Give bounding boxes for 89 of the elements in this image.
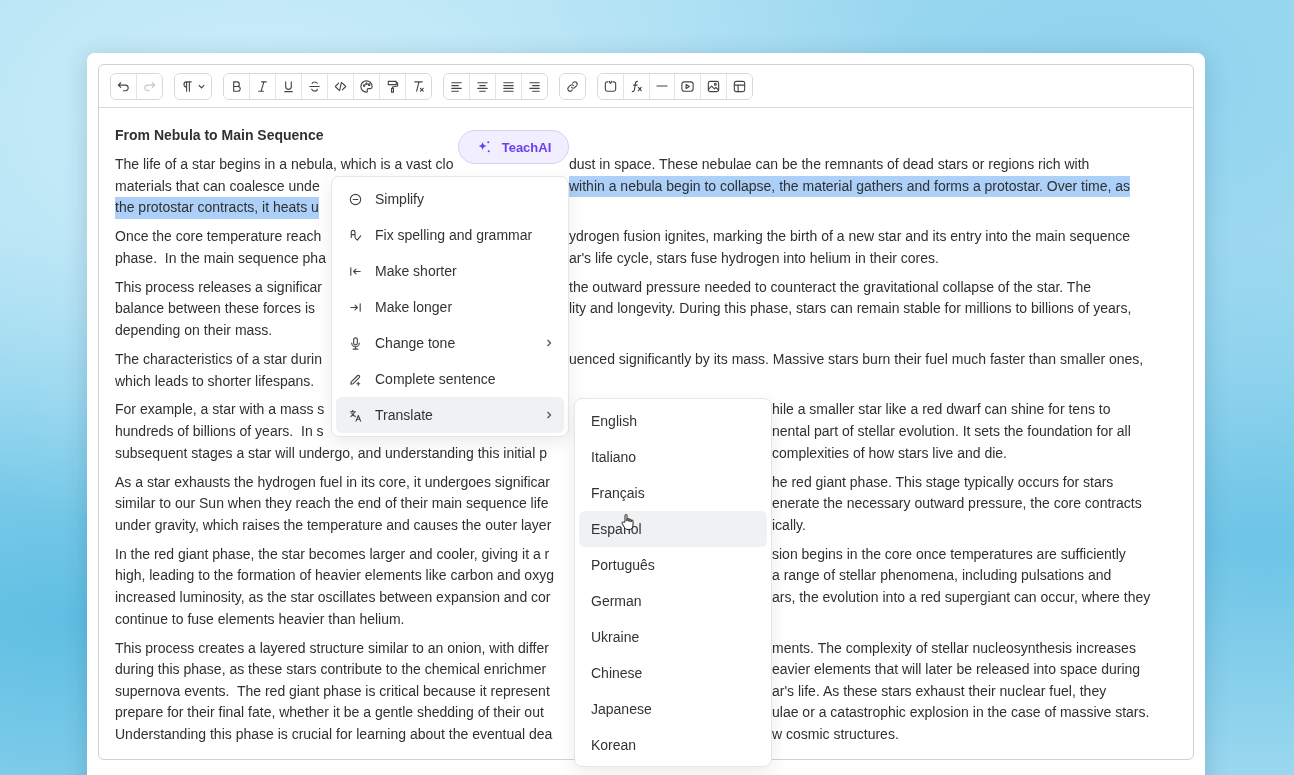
spell-check-icon — [348, 227, 363, 243]
paragraph-text: within a nebula begin to collapse, the material gathers and forms a protostar. Over time, as — [569, 175, 1131, 198]
menu-item[interactable]: Change tone — [336, 325, 564, 361]
table-icon — [732, 78, 747, 94]
paragraph-text: complexities of how stars live and die. — [772, 443, 1007, 463]
function-icon — [629, 78, 644, 94]
language-option[interactable]: English — [579, 403, 767, 439]
paragraph-text: prepare for their final fate, whether it be a gentle shedding of their out — [115, 703, 544, 723]
chevron-right-icon — [544, 410, 554, 420]
paragraph-text: lity and longevity. During this phase, stars can remain stable for millions to billions of years, — [569, 299, 1132, 319]
paragraph-text: hundreds of billions of years. In s — [115, 422, 324, 442]
paragraph-text: materials that can coalesce unde — [115, 176, 320, 196]
pilcrow-icon — [180, 78, 195, 94]
minus-circle-icon — [348, 191, 363, 207]
paragraph-text: ments. The complexity of stellar nucleosynthesis increases — [772, 638, 1136, 658]
clear-format-icon — [411, 78, 426, 94]
paragraph-text: subsequent stages a star will undergo, and understanding this initial p — [115, 443, 547, 463]
paragraph-text: sion begins in the core once temperatures are sufficiently — [772, 544, 1126, 564]
paragraph-text: enerate the necessary outward pressure, the core contracts — [772, 494, 1142, 514]
align-right-button[interactable] — [521, 73, 547, 99]
language-option[interactable]: Ukraine — [579, 619, 767, 655]
paragraph-text: In the red giant phase, the star becomes larger and cooler, giving it a r — [115, 544, 550, 564]
paragraph-text: which leads to shorter lifespans. — [115, 371, 315, 391]
menu-item[interactable]: Simplify — [336, 181, 564, 217]
microphone-icon — [348, 335, 363, 351]
language-option[interactable]: Japanese — [579, 691, 767, 727]
paragraph-style-button[interactable] — [175, 73, 211, 99]
paragraph-text: continue to fuse elements heavier than helium. — [115, 609, 405, 629]
translate-icon — [348, 407, 363, 423]
paragraph-text: ar's life cycle, stars fuse hydrogen into helium in their cores. — [569, 248, 939, 268]
language-option[interactable]: Italiano — [579, 439, 767, 475]
menu-item[interactable]: Complete sentence — [336, 361, 564, 397]
image-icon — [706, 78, 721, 94]
paragraph-text: phase. In the main sequence pha — [115, 248, 326, 268]
paragraph-text: under gravity, which raises the temperature and causes the outer layer — [115, 515, 552, 535]
paragraph-text: nental part of stellar evolution. It sets the foundation for all — [772, 422, 1131, 442]
horizontal-rule-icon — [656, 85, 668, 87]
paragraph-text: Understanding this phase is crucial for learning about the eventual dea — [115, 724, 553, 744]
paragraph-text: This process releases a significar — [115, 277, 322, 297]
paragraph-text: ically. — [772, 515, 806, 535]
paragraph-text: ydrogen fusion ignites, marking the birth of a new star and its entry into the main sequence — [569, 227, 1131, 247]
link-button[interactable] — [560, 73, 585, 99]
paragraph-text: supernova events. The red giant phase is critical because it represent — [115, 681, 550, 701]
heading: From Nebula to Main Sequence — [115, 126, 325, 145]
play-icon — [680, 78, 695, 94]
paragraph-text: similar to our Sun when they reach the end of their main sequence life — [115, 494, 549, 514]
paint-roller-icon — [385, 78, 400, 94]
paragraph-text: As a star exhausts the hydrogen fuel in its core, it undergoes significar — [115, 472, 550, 492]
paragraph-text: he red giant phase. This stage typically occurs for stars — [772, 472, 1114, 492]
paragraph-text: The life of a star begins in a nebula, which is a vast clo — [115, 155, 454, 174]
paragraph-text: The characteristics of a star durin — [115, 349, 322, 369]
menu-item[interactable]: Translate — [336, 397, 564, 433]
paragraph-text: eavier elements that will later be released into space during — [772, 660, 1141, 680]
paragraph-text: dust in space. These nebulae can be the remnants of dead stars or regions rich with — [569, 155, 1090, 174]
paragraph-text: increased luminosity, as the star oscillates between expansion and cor — [115, 588, 551, 607]
paragraph-text: ar's life. As these stars exhaust their nuclear fuel, they — [772, 681, 1107, 701]
clear-format-button[interactable] — [405, 73, 431, 99]
paragraph-text: ulae or a catastrophic explosion in the case of massive stars. — [772, 703, 1150, 723]
link-icon — [565, 78, 580, 94]
menu-item[interactable]: Make longer — [336, 289, 564, 325]
language-option[interactable]: Chinese — [579, 655, 767, 691]
teachai-button[interactable]: TeachAI — [458, 130, 569, 164]
paragraph-text: balance between these forces is — [115, 299, 315, 319]
language-option[interactable]: Français — [579, 475, 767, 511]
paragraph-text: depending on their mass. — [115, 320, 273, 340]
language-option[interactable]: German — [579, 583, 767, 619]
palette-icon — [359, 78, 374, 94]
italic-icon — [255, 78, 270, 94]
paragraph-text: a range of stellar phenomena, including pulsations and — [772, 566, 1112, 586]
paragraph-text: during this phase, as these stars contribute to the chemical enrichmer — [115, 660, 547, 680]
menu-item[interactable]: Make shorter — [336, 253, 564, 289]
paragraph-text: This process creates a layered structure similar to an onion, with differ — [115, 638, 549, 658]
paragraph-text: For example, a star with a mass s — [115, 400, 325, 420]
paragraph-text: w cosmic structures. — [772, 724, 899, 744]
paragraph-text: ars, the evolution into a red supergiant can occur, where they — [772, 588, 1151, 607]
chevron-right-icon — [544, 338, 554, 348]
strikethrough-icon — [307, 78, 322, 94]
underline-icon — [281, 78, 296, 94]
language-option[interactable]: Korean — [579, 727, 767, 763]
language-option[interactable]: Português — [579, 547, 767, 583]
paragraph-text: hile a smaller star like a red dwarf can shine for tens to — [772, 400, 1111, 420]
paragraph-text: the protostar contracts, it heats u — [115, 197, 319, 219]
table-button[interactable] — [726, 73, 752, 99]
paragraph-text: high, leading to the formation of heavier elements like carbon and oxyg — [115, 566, 554, 586]
paragraph-text: Once the core temperature reach — [115, 227, 322, 247]
menu-item[interactable]: Fix spelling and grammar — [336, 217, 564, 253]
paragraph-text: the outward pressure needed to counteract the gravitational collapse of the star. The — [569, 277, 1091, 297]
frame-icon — [603, 78, 618, 94]
paragraph-text: uenced significantly by its mass. Massive stars burn their fuel much faster than smaller ones, — [569, 349, 1144, 369]
